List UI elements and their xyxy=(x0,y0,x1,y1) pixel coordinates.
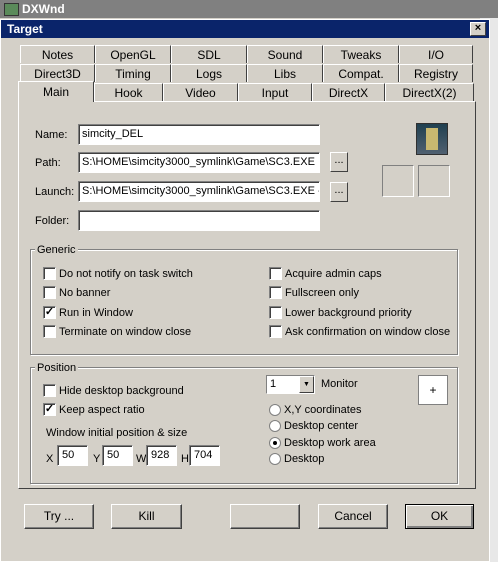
tab-logs[interactable]: Logs xyxy=(171,64,247,82)
desktop-center-radio[interactable] xyxy=(269,420,281,432)
tab-main[interactable]: Main xyxy=(18,81,94,102)
h-label: H xyxy=(181,453,189,465)
tab-timing[interactable]: Timing xyxy=(95,64,171,82)
xy-coordinates-label: X,Y coordinates xyxy=(284,404,362,416)
background-app-titlebar: DXWnd xyxy=(0,0,498,18)
acquire-admin-label: Acquire admin caps xyxy=(285,268,382,280)
x-field[interactable]: 50 xyxy=(57,445,88,466)
close-icon[interactable]: × xyxy=(470,22,486,36)
do-not-notify-label: Do not notify on task switch xyxy=(59,268,193,280)
desktop-label: Desktop xyxy=(284,453,325,465)
ask-confirmation-checkbox[interactable] xyxy=(269,325,282,338)
x-label: X xyxy=(46,453,54,465)
tab-directx[interactable]: DirectX xyxy=(312,83,385,101)
tab-registry[interactable]: Registry xyxy=(399,64,473,82)
tab-video[interactable]: Video xyxy=(163,83,238,101)
run-in-window-label: Run in Window xyxy=(59,307,133,319)
run-in-window-checkbox[interactable]: ✓ xyxy=(43,306,56,319)
acquire-admin-checkbox[interactable] xyxy=(269,267,282,280)
tab-io[interactable]: I/O xyxy=(399,45,473,63)
tab-libs[interactable]: Libs xyxy=(247,64,323,82)
launch-browse-button[interactable]: ... xyxy=(330,182,348,202)
tab-sound[interactable]: Sound xyxy=(247,45,323,63)
monitor-select[interactable]: 1 ▼ xyxy=(266,375,315,394)
position-group-title: Position xyxy=(35,362,79,374)
generic-groupbox xyxy=(30,249,458,355)
h-field[interactable]: 704 xyxy=(189,445,220,466)
background-app-title: DXWnd xyxy=(22,2,65,16)
cancel-button[interactable]: Cancel xyxy=(318,504,388,529)
crosshair-icon[interactable]: + xyxy=(418,375,448,405)
icon-slot-1 xyxy=(382,165,414,197)
do-not-notify-checkbox[interactable] xyxy=(43,267,56,280)
tab-compat[interactable]: Compat. xyxy=(323,64,399,82)
terminate-on-close-checkbox[interactable] xyxy=(43,325,56,338)
blank-button[interactable] xyxy=(230,504,300,529)
y-field[interactable]: 50 xyxy=(102,445,133,466)
hide-desktop-checkbox[interactable] xyxy=(43,384,56,397)
chevron-down-icon[interactable]: ▼ xyxy=(299,376,314,393)
path-field[interactable]: S:\HOME\simcity3000_symlink\Game\SC3.EXE xyxy=(78,152,320,173)
icon-slot-2 xyxy=(418,165,450,197)
try-button[interactable]: Try ... xyxy=(24,504,94,529)
desktop-center-label: Desktop center xyxy=(284,420,358,432)
terminate-on-close-label: Terminate on window close xyxy=(59,326,192,338)
w-field[interactable]: 928 xyxy=(146,445,177,466)
keep-aspect-checkbox[interactable]: ✓ xyxy=(43,403,56,416)
xy-coordinates-radio[interactable] xyxy=(269,404,281,416)
no-banner-checkbox[interactable] xyxy=(43,286,56,299)
keep-aspect-label: Keep aspect ratio xyxy=(59,404,145,416)
path-label: Path: xyxy=(35,157,61,169)
y-label: Y xyxy=(93,453,101,465)
w-label: W xyxy=(136,453,147,465)
desktop-radio[interactable] xyxy=(269,453,281,465)
window-initial-label: Window initial position & size xyxy=(46,427,188,439)
tab-directx2[interactable]: DirectX(2) xyxy=(385,83,474,101)
tab-input[interactable]: Input xyxy=(238,83,312,101)
kill-button[interactable]: Kill xyxy=(111,504,182,529)
tab-notes[interactable]: Notes xyxy=(20,45,95,63)
monitor-select-value: 1 xyxy=(270,378,277,390)
tab-tweaks[interactable]: Tweaks xyxy=(323,45,399,63)
monitor-label: Monitor xyxy=(321,378,358,390)
lower-priority-label: Lower background priority xyxy=(285,307,412,319)
desktop-work-area-radio[interactable] xyxy=(269,437,281,449)
launch-label: Launch: xyxy=(35,186,75,198)
path-browse-button[interactable]: ... xyxy=(330,152,348,172)
tab-sdl[interactable]: SDL xyxy=(171,45,247,63)
generic-group-title: Generic xyxy=(35,244,78,256)
desktop-work-area-label: Desktop work area xyxy=(284,437,376,449)
launch-field[interactable]: S:\HOME\simcity3000_symlink\Game\SC3.EXE… xyxy=(78,181,320,202)
lower-priority-checkbox[interactable] xyxy=(269,306,282,319)
name-label: Name: xyxy=(35,129,68,141)
fullscreen-only-label: Fullscreen only xyxy=(285,287,359,299)
dialog-titlebar: Target × xyxy=(1,20,489,38)
dialog-title: Target xyxy=(7,22,43,36)
tab-opengl[interactable]: OpenGL xyxy=(95,45,171,63)
ok-button[interactable]: OK xyxy=(405,504,474,529)
dxwnd-app-icon xyxy=(4,3,19,16)
tab-direct3d[interactable]: Direct3D xyxy=(20,64,95,82)
no-banner-label: No banner xyxy=(59,287,111,299)
ask-confirmation-label: Ask confirmation on window close xyxy=(285,326,451,338)
tab-hook[interactable]: Hook xyxy=(94,83,163,101)
hide-desktop-label: Hide desktop background xyxy=(59,385,184,397)
fullscreen-only-checkbox[interactable] xyxy=(269,286,282,299)
simcity-app-icon xyxy=(416,123,448,155)
folder-field[interactable] xyxy=(78,210,320,231)
name-field[interactable]: simcity_DEL xyxy=(78,124,320,145)
folder-label: Folder: xyxy=(35,215,70,227)
